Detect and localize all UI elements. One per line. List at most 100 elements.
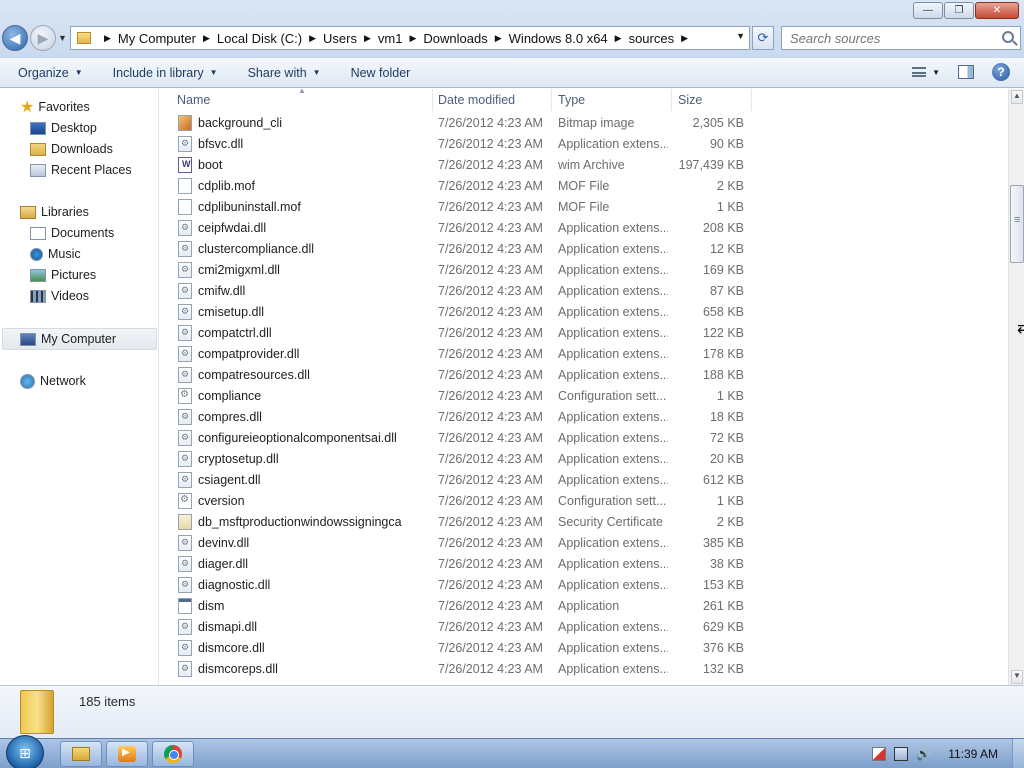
breadcrumb-sources[interactable]: sources	[629, 31, 675, 46]
file-row[interactable]: bfsvc.dll 7/26/2012 4:23 AM Application ex…	[174, 134, 754, 155]
action-center-flag-icon[interactable]	[872, 747, 886, 761]
chevron-right-icon[interactable]: ▶	[615, 33, 622, 44]
file-row[interactable]: boot 7/26/2012 4:23 AM wim Archive 197,439 …	[174, 155, 754, 176]
address-bar[interactable]: ▶ My Computer ▶ Local Disk (C:) ▶ Users …	[70, 26, 750, 50]
breadcrumb-downloads[interactable]: Downloads	[423, 31, 487, 46]
file-row[interactable]: cdplib.mof 7/26/2012 4:23 AM MOF File 2 KB	[174, 176, 754, 197]
nav-my-computer[interactable]: My Computer	[20, 329, 116, 349]
file-row[interactable]: diager.dll 7/26/2012 4:23 AM Application e…	[174, 554, 754, 575]
file-row[interactable]: devinv.dll 7/26/2012 4:23 AM Application e…	[174, 533, 754, 554]
close-button[interactable]: ✕	[975, 2, 1019, 19]
column-type[interactable]: Type	[558, 93, 585, 107]
back-button[interactable]: ◀	[2, 25, 28, 51]
recent-pages-dropdown[interactable]: ▼	[58, 33, 67, 43]
share-with-menu[interactable]: Share with ▼	[248, 66, 321, 80]
nav-downloads[interactable]: Downloads	[30, 139, 113, 159]
new-folder-button[interactable]: New folder	[351, 66, 411, 80]
file-row[interactable]: db_msftproductionwindowssigningca 7/26/20…	[174, 512, 754, 533]
vertical-scrollbar[interactable]: ▲ ▼	[1008, 89, 1024, 685]
file-row[interactable]: cryptosetup.dll 7/26/2012 4:23 AM Applicat…	[174, 449, 754, 470]
file-row[interactable]: cversion 7/26/2012 4:23 AM Configuration s…	[174, 491, 754, 512]
taskbar-media-player-button[interactable]	[106, 741, 148, 767]
maximize-button[interactable]: ❐	[944, 2, 974, 19]
file-row[interactable]: cmi2migxml.dll 7/26/2012 4:23 AM Applicati…	[174, 260, 754, 281]
minimize-button[interactable]: —	[913, 2, 943, 19]
file-row[interactable]: compatctrl.dll 7/26/2012 4:23 AM Applicati…	[174, 323, 754, 344]
file-row[interactable]: ceipfwdai.dll 7/26/2012 4:23 AM Applicatio…	[174, 218, 754, 239]
file-row[interactable]: csiagent.dll 7/26/2012 4:23 AM Application…	[174, 470, 754, 491]
chevron-right-icon[interactable]: ▶	[104, 33, 111, 44]
nav-recent-places[interactable]: Recent Places	[30, 160, 132, 180]
network-status-icon[interactable]	[894, 747, 908, 761]
nav-favorites[interactable]: ★ Favorites	[20, 97, 90, 117]
nav-videos[interactable]: Videos	[30, 286, 89, 306]
file-icon	[178, 199, 192, 215]
file-name: bfsvc.dll	[198, 137, 244, 151]
breadcrumb-users[interactable]: Users	[323, 31, 357, 46]
volume-icon[interactable]: 🔊	[916, 747, 932, 761]
address-dropdown-icon[interactable]: ▼	[736, 31, 745, 41]
search-input[interactable]	[790, 30, 990, 46]
chevron-right-icon[interactable]: ▶	[203, 33, 210, 44]
breadcrumb-windows[interactable]: Windows 8.0 x64	[509, 31, 608, 46]
file-row[interactable]: compatprovider.dll 7/26/2012 4:23 AM Appli…	[174, 344, 754, 365]
chevron-right-icon[interactable]: ▶	[364, 33, 371, 44]
breadcrumb-my-computer[interactable]: My Computer	[118, 31, 196, 46]
file-row[interactable]: dismcoreps.dll 7/26/2012 4:23 AM Applicati…	[174, 659, 754, 680]
show-desktop-button[interactable]	[1012, 739, 1024, 768]
file-name: cmifw.dll	[198, 284, 246, 298]
file-row[interactable]: cmisetup.dll 7/26/2012 4:23 AM Application…	[174, 302, 754, 323]
star-icon: ★	[20, 99, 35, 116]
file-row[interactable]: compatresources.dll 7/26/2012 4:23 AM Appl…	[174, 365, 754, 386]
chevron-right-icon[interactable]: ▶	[309, 33, 316, 44]
file-row[interactable]: dismapi.dll 7/26/2012 4:23 AM Application …	[174, 617, 754, 638]
include-in-library-menu[interactable]: Include in library ▼	[113, 66, 218, 80]
breadcrumb-local-disk[interactable]: Local Disk (C:)	[217, 31, 302, 46]
nav-pictures[interactable]: Pictures	[30, 265, 96, 285]
file-row[interactable]: diagnostic.dll 7/26/2012 4:23 AM Applicati…	[174, 575, 754, 596]
nav-network[interactable]: Network	[20, 371, 86, 391]
file-row[interactable]: compres.dll 7/26/2012 4:23 AM Application …	[174, 407, 754, 428]
column-divider[interactable]	[432, 89, 433, 111]
file-row[interactable]: cdplibuninstall.mof 7/26/2012 4:23 AM MOF …	[174, 197, 754, 218]
file-row[interactable]: clustercompliance.dll 7/26/2012 4:23 AM Ap…	[174, 239, 754, 260]
chevron-right-icon[interactable]: ▶	[409, 33, 416, 44]
file-type: Application	[558, 599, 620, 613]
file-row[interactable]: cmifw.dll 7/26/2012 4:23 AM Application ex…	[174, 281, 754, 302]
taskbar-explorer-button[interactable]	[60, 741, 102, 767]
organize-menu[interactable]: Organize ▼	[18, 66, 83, 80]
scroll-thumb[interactable]	[1010, 185, 1024, 263]
taskbar-chrome-button[interactable]	[152, 741, 194, 767]
search-icon[interactable]	[1002, 31, 1014, 43]
column-name[interactable]: Name	[177, 93, 210, 107]
change-view-button[interactable]: ▼	[912, 67, 940, 77]
refresh-button[interactable]: ⟳	[752, 26, 774, 50]
help-icon[interactable]: ?	[992, 63, 1010, 81]
file-row[interactable]: dismcore.dll 7/26/2012 4:23 AM Application…	[174, 638, 754, 659]
start-button[interactable]: ⊞	[6, 735, 44, 768]
column-size[interactable]: Size	[678, 93, 702, 107]
nav-music[interactable]: Music	[30, 244, 81, 264]
file-row[interactable]: background_cli 7/26/2012 4:23 AM Bitmap im…	[174, 113, 754, 134]
column-divider[interactable]	[751, 89, 752, 111]
clock[interactable]: 11:39 AM	[948, 747, 998, 761]
column-divider[interactable]	[671, 89, 672, 111]
file-date-modified: 7/26/2012 4:23 AM	[438, 389, 543, 403]
chevron-right-icon[interactable]: ▶	[495, 33, 502, 44]
nav-libraries[interactable]: Libraries	[20, 202, 89, 222]
forward-button[interactable]: ▶	[30, 25, 56, 51]
nav-desktop[interactable]: Desktop	[30, 118, 97, 138]
file-type: Application extens...	[558, 620, 668, 634]
preview-pane-icon[interactable]	[958, 65, 974, 79]
file-row[interactable]: configureieoptionalcomponentsai.dll 7/26/…	[174, 428, 754, 449]
search-box[interactable]	[781, 26, 1021, 50]
column-date-modified[interactable]: Date modified	[438, 93, 515, 107]
file-row[interactable]: compliance 7/26/2012 4:23 AM Configuration…	[174, 386, 754, 407]
scroll-up-button[interactable]: ▲	[1011, 90, 1023, 104]
column-divider[interactable]	[551, 89, 552, 111]
breadcrumb-vm1[interactable]: vm1	[378, 31, 403, 46]
scroll-down-button[interactable]: ▼	[1011, 670, 1023, 684]
file-row[interactable]: dism 7/26/2012 4:23 AM Application 261 KB	[174, 596, 754, 617]
chevron-right-icon[interactable]: ▶	[681, 33, 688, 44]
nav-documents[interactable]: Documents	[30, 223, 114, 243]
